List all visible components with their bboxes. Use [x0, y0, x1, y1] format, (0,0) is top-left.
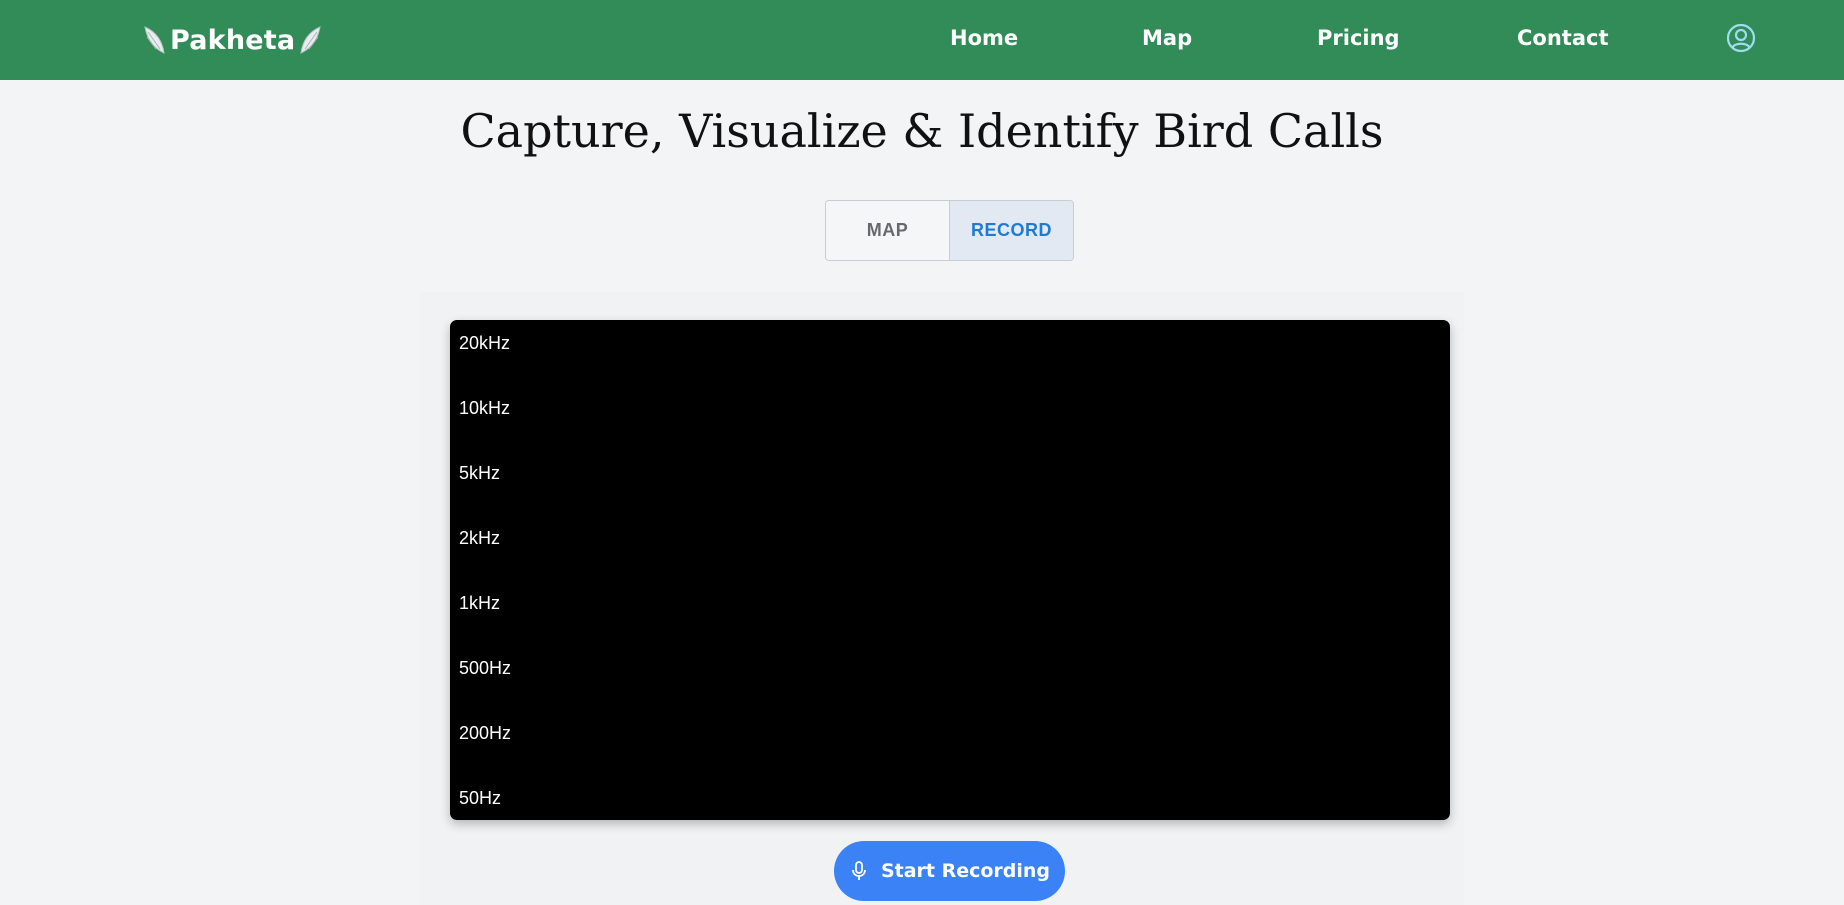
- freq-label-500hz: 500Hz: [459, 658, 512, 678]
- freq-label-2khz: 2kHz: [459, 528, 501, 548]
- tab-map[interactable]: MAP: [826, 201, 950, 260]
- nav-link-map[interactable]: Map: [1142, 26, 1192, 50]
- freq-label-50hz: 50Hz: [459, 788, 502, 808]
- nav-link-contact[interactable]: Contact: [1517, 26, 1609, 50]
- spectrogram-canvas: 20kHz 10kHz 5kHz 2kHz 1kHz 500Hz 200Hz 5…: [450, 320, 1450, 820]
- microphone-icon: [852, 861, 866, 880]
- nav-link-home[interactable]: Home: [950, 26, 1018, 50]
- freq-label-20khz: 20kHz: [459, 333, 511, 353]
- tab-record[interactable]: RECORD: [950, 201, 1073, 260]
- nav-link-pricing[interactable]: Pricing: [1317, 26, 1400, 50]
- freq-label-5khz: 5kHz: [459, 463, 501, 483]
- mode-toggle: MAP RECORD: [825, 200, 1074, 261]
- right-wing-icon: [300, 26, 321, 54]
- page-title: Capture, Visualize & Identify Bird Calls: [460, 104, 1384, 158]
- freq-label-10khz: 10kHz: [459, 398, 511, 418]
- start-recording-button[interactable]: Start Recording: [834, 841, 1065, 901]
- user-circle-icon[interactable]: [1726, 23, 1756, 53]
- navbar: Pakheta Home Map Pricing Contact: [0, 0, 1844, 80]
- left-wing-icon: [144, 26, 165, 54]
- freq-label-200hz: 200Hz: [459, 723, 512, 743]
- freq-label-1khz: 1kHz: [459, 593, 501, 613]
- brand-logo[interactable]: Pakheta: [142, 20, 323, 60]
- brand-name: Pakheta: [170, 24, 296, 56]
- start-recording-label: Start Recording: [880, 860, 1051, 882]
